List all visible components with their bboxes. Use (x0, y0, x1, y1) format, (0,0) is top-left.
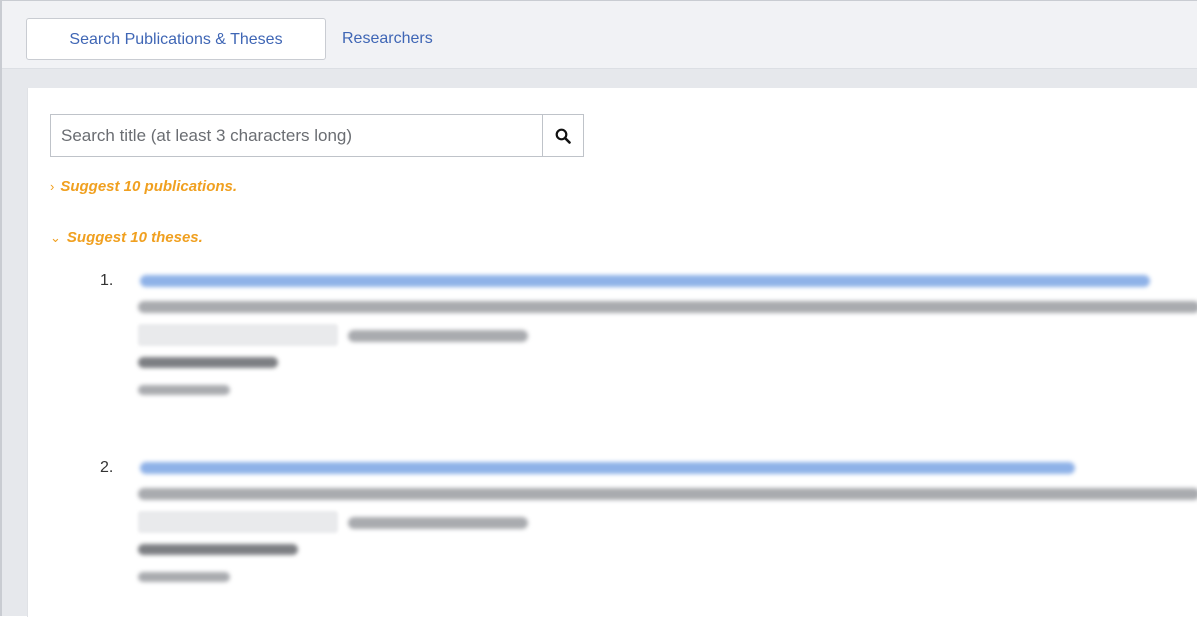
thesis-english-title-redacted (138, 488, 1197, 500)
thesis-english-title-redacted (138, 301, 1197, 313)
suggest-theses-toggle[interactable]: ⌄ Suggest 10 theses. (50, 229, 203, 246)
thesis-author-redacted (138, 357, 278, 368)
thesis-title-link-redacted[interactable] (140, 462, 1075, 474)
search-button[interactable] (542, 115, 583, 156)
thesis-item: 1. (100, 272, 1197, 422)
thesis-number: 1. (100, 272, 114, 289)
suggest-publications-toggle[interactable]: › Suggest 10 publications. (50, 178, 237, 195)
search-input[interactable] (51, 115, 542, 156)
suggest-theses-label: Suggest 10 theses. (66, 229, 203, 246)
search-box (50, 114, 584, 157)
thesis-type-badge-redacted (138, 324, 338, 346)
thesis-published-date-redacted (348, 517, 528, 529)
tab-researchers[interactable]: Researchers (334, 18, 441, 60)
chevron-down-icon: ⌄ (50, 230, 61, 245)
chevron-right-icon: › (50, 179, 55, 194)
thesis-title-link-redacted[interactable] (140, 275, 1150, 287)
panel-gap (2, 69, 1197, 88)
tab-search-publications-theses[interactable]: Search Publications & Theses (26, 18, 326, 60)
tab-bar: Search Publications & Theses Researchers (2, 1, 1197, 69)
app-frame: Search Publications & Theses Researchers… (0, 0, 1197, 617)
search-icon (555, 128, 571, 144)
thesis-more-details-redacted[interactable] (138, 572, 230, 582)
thesis-author-redacted (138, 544, 298, 555)
thesis-item: 2. (100, 459, 1197, 609)
thesis-type-badge-redacted (138, 511, 338, 533)
thesis-more-details-redacted[interactable] (138, 385, 230, 395)
thesis-published-date-redacted (348, 330, 528, 342)
thesis-number: 2. (100, 459, 114, 476)
suggest-publications-label: Suggest 10 publications. (60, 178, 238, 195)
main-panel: › Suggest 10 publications. ⌄ Suggest 10 th… (27, 88, 1197, 617)
